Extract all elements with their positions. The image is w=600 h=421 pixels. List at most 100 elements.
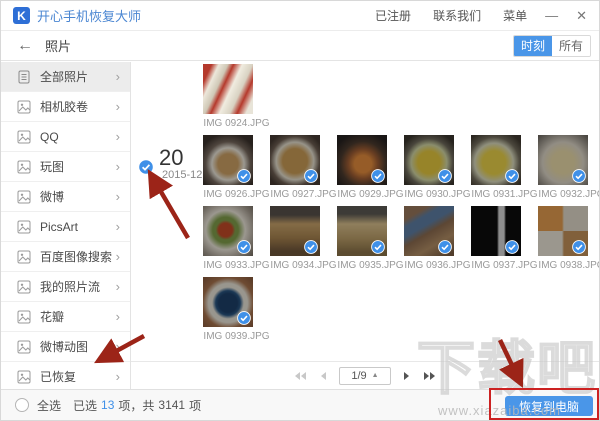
sidebar-item-label: 微博: [40, 188, 116, 205]
selected-mid-label: 项，共: [118, 397, 154, 414]
photo-filename: IMG 0927.JPG: [270, 189, 337, 200]
sidebar-item[interactable]: 花瓣›: [1, 302, 130, 332]
first-page-icon[interactable]: [294, 371, 307, 381]
selected-check-icon[interactable]: [505, 240, 519, 254]
date-group-check-icon[interactable]: [138, 159, 154, 175]
photo-filename: IMG 0937.JPG: [471, 260, 538, 271]
photo-cell: IMG 0924.JPG: [203, 64, 270, 135]
photo-row: IMG 0924.JPG: [131, 64, 599, 135]
select-all-label[interactable]: 全选: [37, 397, 61, 414]
photo-cell: IMG 0938.JPG: [538, 206, 599, 277]
page-number-input[interactable]: 1/9 ▲: [339, 367, 391, 385]
menu-link[interactable]: 菜单: [503, 7, 527, 24]
photo-filename: IMG 0931.JPG: [471, 189, 538, 200]
photo-thumbnail[interactable]: [404, 135, 454, 185]
page-spinner-icon[interactable]: ▲: [372, 372, 379, 379]
photo-thumbnail[interactable]: [203, 277, 253, 327]
selected-check-icon[interactable]: [371, 240, 385, 254]
photo-filename: IMG 0932.JPG: [538, 189, 599, 200]
selected-check-icon[interactable]: [304, 240, 318, 254]
app-window: K 开心手机恢复大师 已注册 联系我们 菜单 — ✕ ← 照片 时刻 所有 全部…: [0, 0, 600, 421]
back-arrow-icon[interactable]: ←: [17, 38, 33, 54]
sidebar-item[interactable]: 微博›: [1, 182, 130, 212]
photo-row: IMG 0939.JPG: [131, 277, 599, 348]
main-panel: IMG 0924.JPG202015-12IMG 0926.JPGIMG 092…: [131, 62, 599, 389]
photo-filename: IMG 0935.JPG: [337, 260, 404, 271]
photo-thumbnail[interactable]: [203, 135, 253, 185]
sidebar-item-label: 我的照片流: [40, 278, 116, 295]
chevron-right-icon: ›: [116, 309, 120, 324]
sidebar-item[interactable]: 我的照片流›: [1, 272, 130, 302]
registered-link[interactable]: 已注册: [375, 7, 411, 24]
photo-thumbnail[interactable]: [270, 206, 320, 256]
photo-thumbnail[interactable]: [404, 206, 454, 256]
contact-us-link[interactable]: 联系我们: [433, 7, 481, 24]
photo-grid: IMG 0924.JPG202015-12IMG 0926.JPGIMG 092…: [131, 62, 599, 361]
photo-thumbnail[interactable]: [471, 206, 521, 256]
photo-filename: IMG 0939.JPG: [203, 331, 270, 342]
sidebar-item-label: 已恢复: [40, 368, 116, 385]
photo-thumbnail[interactable]: [203, 64, 253, 114]
selected-count: 13: [101, 398, 114, 412]
sidebar-item-label: 微博动图: [40, 338, 116, 355]
tab-all[interactable]: 所有: [552, 36, 590, 56]
sidebar-item-label: 相机胶卷: [40, 98, 116, 115]
prev-page-icon[interactable]: [319, 371, 327, 381]
image-icon: [17, 160, 31, 174]
sidebar-item[interactable]: 百度图像搜索›: [1, 242, 130, 272]
close-icon[interactable]: ✕: [576, 9, 587, 22]
photo-thumbnail[interactable]: [337, 206, 387, 256]
image-icon: [17, 220, 31, 234]
sidebar-item[interactable]: QQ›: [1, 122, 130, 152]
next-page-icon[interactable]: [403, 371, 411, 381]
photo-cell: IMG 0931.JPG: [471, 135, 538, 206]
sidebar-item[interactable]: PicsArt›: [1, 212, 130, 242]
selected-check-icon[interactable]: [237, 311, 251, 325]
photo-filename: IMG 0934.JPG: [270, 260, 337, 271]
sidebar-item[interactable]: 相机胶卷›: [1, 92, 130, 122]
last-page-icon[interactable]: [423, 371, 436, 381]
select-all-checkbox[interactable]: [15, 398, 29, 412]
photo-cell: IMG 0936.JPG: [404, 206, 471, 277]
photo-row: IMG 0933.JPGIMG 0934.JPGIMG 0935.JPGIMG …: [131, 206, 599, 277]
sidebar-item[interactable]: 全部照片›: [1, 62, 130, 92]
selected-label: 已选: [73, 397, 97, 414]
photo-thumbnail[interactable]: [337, 135, 387, 185]
toolbar: ← 照片 时刻 所有: [1, 31, 599, 61]
selected-check-icon[interactable]: [304, 169, 318, 183]
total-count: 3141: [158, 398, 185, 412]
app-logo-icon: K: [13, 7, 30, 24]
minimize-icon[interactable]: —: [545, 9, 558, 22]
photo-thumbnail[interactable]: [538, 206, 588, 256]
sidebar-item[interactable]: 玩图›: [1, 152, 130, 182]
tab-moments[interactable]: 时刻: [514, 36, 552, 56]
sidebar-item[interactable]: 已恢复›: [1, 362, 130, 392]
photo-thumbnail[interactable]: [203, 206, 253, 256]
selected-check-icon[interactable]: [572, 240, 586, 254]
selected-check-icon[interactable]: [505, 169, 519, 183]
photo-cell: IMG 0933.JPG: [203, 206, 270, 277]
selected-check-icon[interactable]: [572, 169, 586, 183]
photo-cell: IMG 0939.JPG: [203, 277, 270, 348]
photo-cell: IMG 0937.JPG: [471, 206, 538, 277]
image-icon: [17, 340, 31, 354]
selected-check-icon[interactable]: [438, 240, 452, 254]
pagination-bar: 1/9 ▲: [131, 361, 599, 389]
sidebar-item-label: 玩图: [40, 158, 116, 175]
date-group-day: 20: [159, 145, 183, 171]
photo-thumbnail[interactable]: [471, 135, 521, 185]
selected-check-icon[interactable]: [237, 169, 251, 183]
photo-thumbnail[interactable]: [538, 135, 588, 185]
image-icon: [17, 370, 31, 384]
sidebar-item-label: PicsArt: [40, 220, 116, 234]
selected-check-icon[interactable]: [237, 240, 251, 254]
total-unit-label: 项: [189, 397, 201, 414]
image-icon: [17, 130, 31, 144]
sidebar-item[interactable]: 微博动图›: [1, 332, 130, 362]
selected-check-icon[interactable]: [371, 169, 385, 183]
chevron-right-icon: ›: [116, 159, 120, 174]
photo-filename: IMG 0926.JPG: [203, 189, 270, 200]
selected-check-icon[interactable]: [438, 169, 452, 183]
recover-to-computer-button[interactable]: 恢复到电脑: [505, 396, 593, 416]
photo-thumbnail[interactable]: [270, 135, 320, 185]
